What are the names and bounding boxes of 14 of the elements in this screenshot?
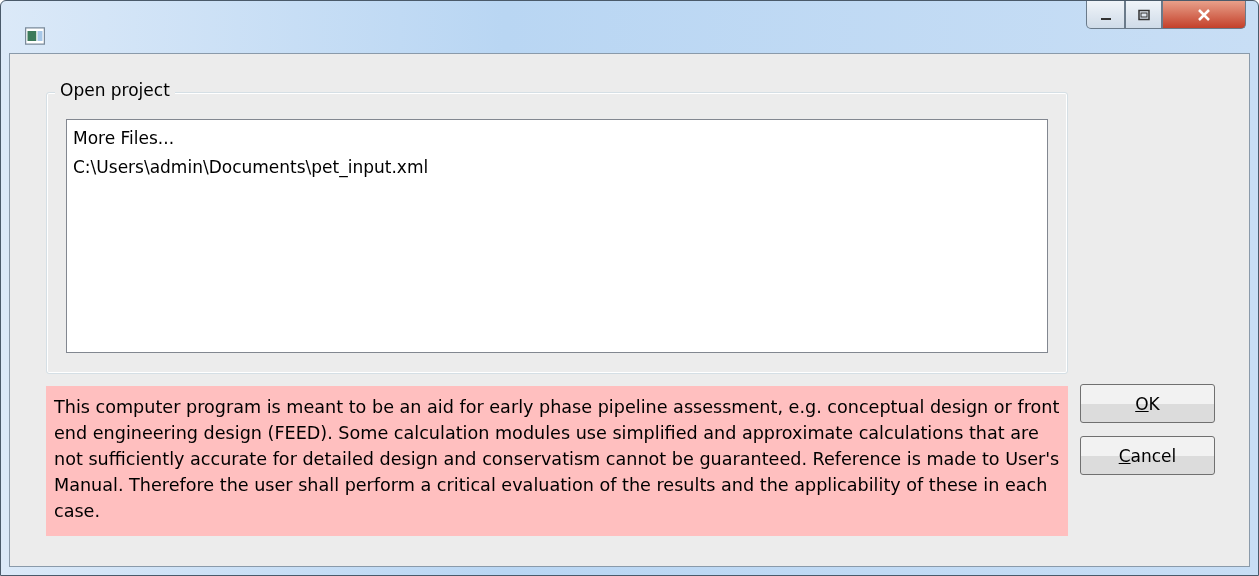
- app-icon: [25, 27, 45, 45]
- cancel-button[interactable]: Cancel: [1080, 436, 1215, 475]
- disclaimer-text: This computer program is meant to be an aid for early phase pipeline assessment, e.g. conceptual design or front end engineering design (FEED). Some calculation modules use simplified and approximate calculations that are not sufficiently accurate for detailed design and conservatism cannot be guaranteed. Reference is made to User's Manual. Therefore the user shall perform a critical evaluation of the results and the applicability of these in each case.: [46, 386, 1068, 536]
- file-list-item[interactable]: More Files...: [73, 124, 1041, 153]
- close-button[interactable]: [1162, 1, 1246, 29]
- close-icon: [1196, 8, 1212, 21]
- minimize-icon: [1100, 17, 1111, 20]
- group-title: Open project: [55, 80, 175, 100]
- maximize-icon: [1136, 8, 1151, 21]
- maximize-button[interactable]: [1125, 1, 1162, 29]
- minimize-button[interactable]: [1086, 1, 1125, 29]
- file-list[interactable]: More Files... C:\Users\admin\Documents\pet_input.xml: [66, 119, 1048, 353]
- file-list-item[interactable]: C:\Users\admin\Documents\pet_input.xml: [73, 153, 1041, 182]
- ok-button[interactable]: OK: [1080, 384, 1215, 423]
